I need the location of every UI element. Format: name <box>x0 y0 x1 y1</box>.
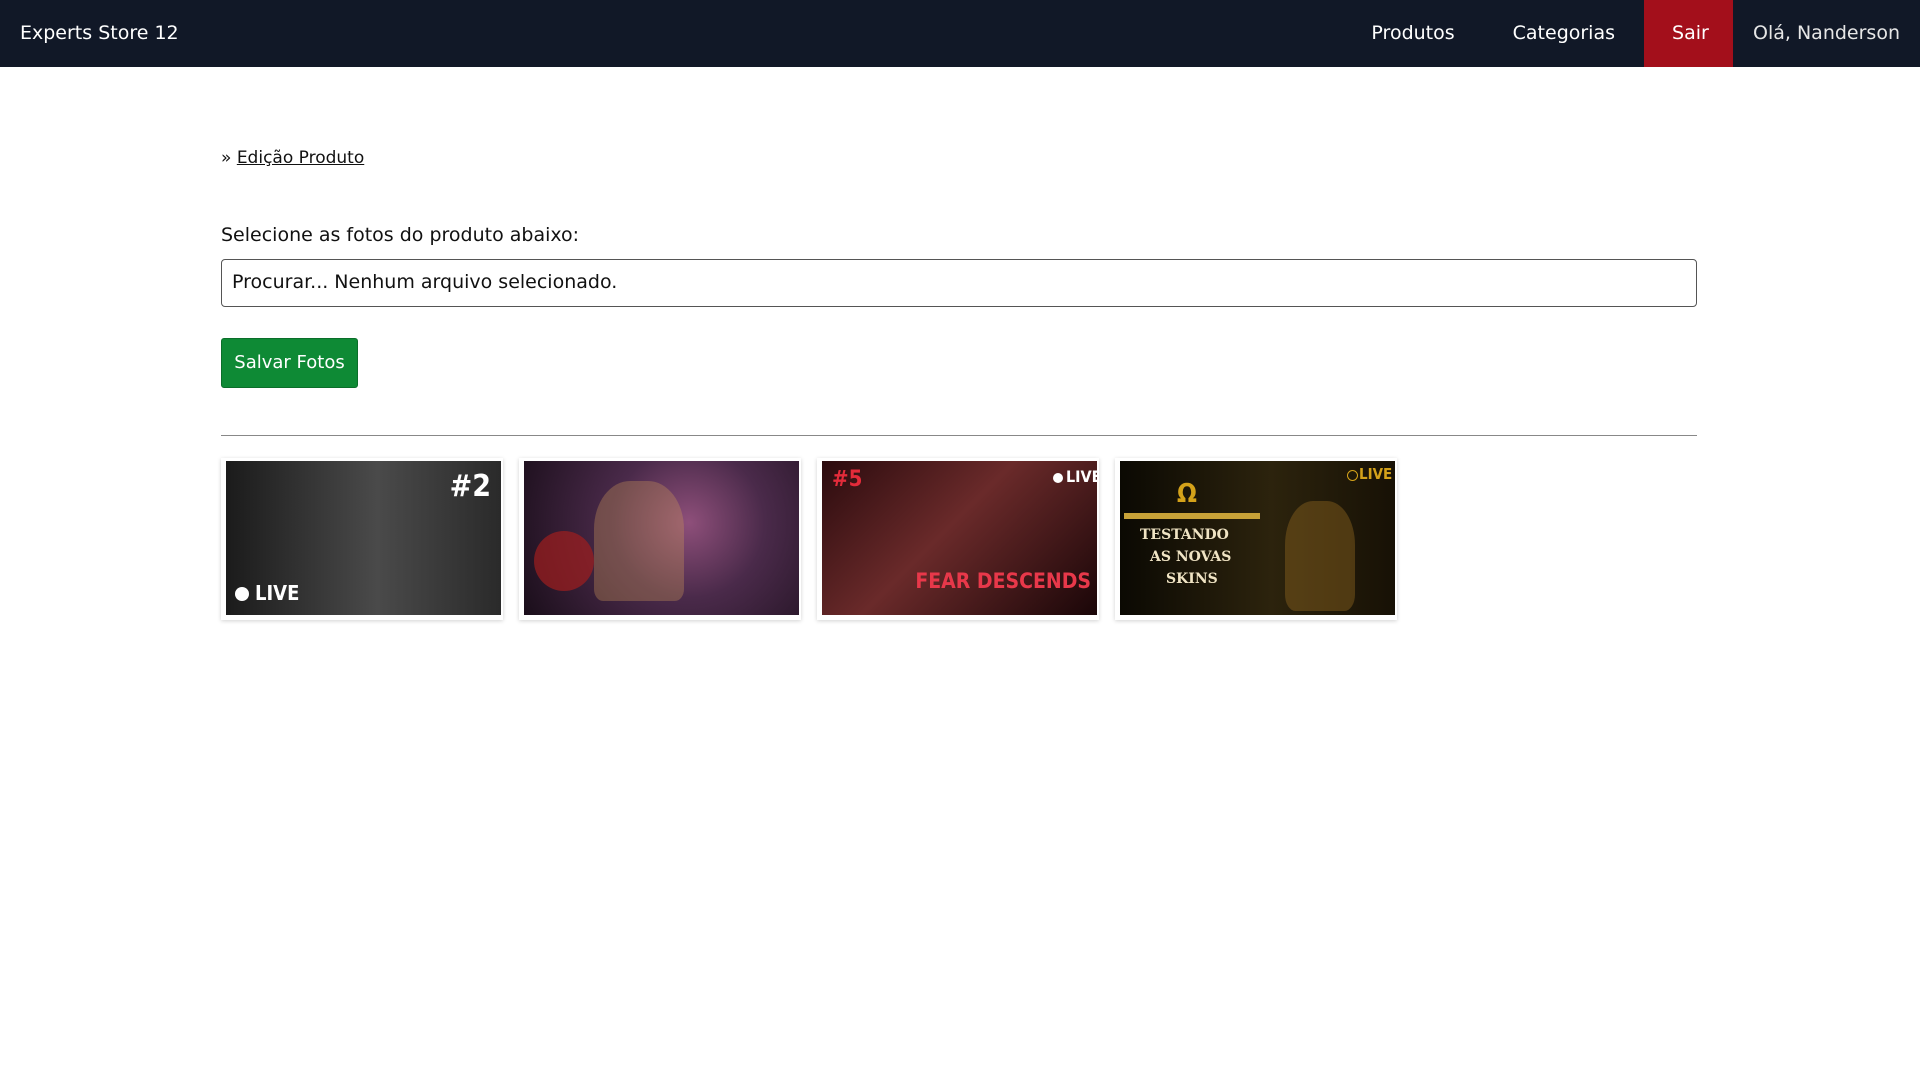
photo-thumbnail[interactable] <box>519 458 801 620</box>
overlay-line: SKINS <box>1166 571 1218 587</box>
photo-image: Ω LIVE TESTANDO AS NOVAS SKINS <box>1120 461 1395 615</box>
ribbon-banner <box>1124 513 1260 519</box>
save-photos-button[interactable]: Salvar Fotos <box>221 338 358 388</box>
overlay-live: LIVE <box>1359 465 1393 483</box>
live-dot-icon <box>1053 473 1063 483</box>
overlay-title: FEAR DESCENDS <box>915 569 1091 593</box>
photo-gallery: #2 LIVE #5 LIVE FEAR DESCENDS Ω LIVE TES… <box>221 458 1413 620</box>
overlay-number: #2 <box>449 469 491 504</box>
photos-label: Selecione as fotos do produto abaixo: <box>221 224 580 246</box>
red-shape <box>534 531 594 591</box>
nav-indicator <box>935 0 985 2</box>
breadcrumb-separator: » <box>221 148 232 168</box>
overlay-live: LIVE <box>1066 467 1097 486</box>
brand-logo[interactable]: Experts Store 12 <box>20 0 179 67</box>
overlay-number: #5 <box>832 467 863 492</box>
breadcrumb-link[interactable]: Edição Produto <box>237 148 364 168</box>
overlay-live: LIVE <box>255 581 300 605</box>
live-dot-icon <box>235 587 249 601</box>
user-greeting: Olá, Nanderson <box>1753 22 1900 44</box>
logout-button[interactable]: Sair <box>1644 0 1734 67</box>
photo-image <box>524 461 799 615</box>
file-input[interactable]: Procurar... Nenhum arquivo selecionado. <box>221 259 1697 307</box>
photo-image: #2 LIVE <box>226 461 501 615</box>
photo-thumbnail[interactable]: #2 LIVE <box>221 458 503 620</box>
nav-item-produtos[interactable]: Produtos <box>1342 0 1483 67</box>
live-dot-icon <box>1347 470 1358 481</box>
divider <box>221 435 1697 436</box>
photo-thumbnail[interactable]: #5 LIVE FEAR DESCENDS <box>817 458 1099 620</box>
omega-icon: Ω <box>1177 479 1197 509</box>
overlay-line: TESTANDO <box>1140 527 1229 543</box>
character-silhouette <box>1285 501 1355 611</box>
breadcrumb: » Edição Produto <box>221 148 364 168</box>
character-silhouette <box>594 481 684 601</box>
top-navbar: Experts Store 12 Produtos Categorias Sai… <box>0 0 1920 67</box>
photo-image: #5 LIVE FEAR DESCENDS <box>822 461 1097 615</box>
nav-menu: Produtos Categorias Sair Olá, Nanderson <box>1342 0 1920 67</box>
nav-item-categorias[interactable]: Categorias <box>1484 0 1644 67</box>
photo-thumbnail[interactable]: Ω LIVE TESTANDO AS NOVAS SKINS <box>1115 458 1397 620</box>
overlay-line: AS NOVAS <box>1150 549 1232 565</box>
